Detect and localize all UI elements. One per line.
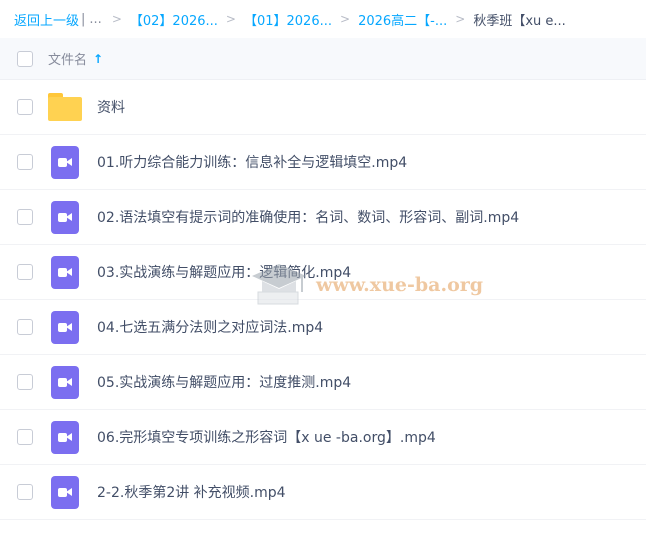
list-item[interactable]: 资料 xyxy=(0,80,646,135)
video-file-icon xyxy=(51,475,79,509)
column-filename-header[interactable]: 文件名 ↑ xyxy=(48,49,104,69)
list-item[interactable]: 04.七选五满分法则之对应词法.mp4 xyxy=(0,300,646,355)
file-name[interactable]: 02.语法填空有提示词的准确使用：名词、数词、形容词、副词.mp4 xyxy=(97,207,519,227)
list-item[interactable]: 01.听力综合能力训练：信息补全与逻辑填空.mp4 xyxy=(0,135,646,190)
chevron-right-icon: > xyxy=(455,12,466,26)
row-checkbox[interactable] xyxy=(17,374,33,390)
file-name[interactable]: 01.听力综合能力训练：信息补全与逻辑填空.mp4 xyxy=(97,152,407,172)
breadcrumb-ellipsis: | xyxy=(81,11,86,27)
chevron-right-icon: > xyxy=(225,12,236,26)
breadcrumb-item-1[interactable]: 【02】2026... xyxy=(130,10,218,29)
breadcrumb: 返回上一级 | ... > 【02】2026... > 【01】2026... … xyxy=(0,0,646,38)
video-file-icon xyxy=(51,420,79,454)
video-file-icon xyxy=(51,145,79,179)
chevron-right-icon: > xyxy=(340,12,351,26)
list-item[interactable]: 02.语法填空有提示词的准确使用：名词、数词、形容词、副词.mp4 xyxy=(0,190,646,245)
row-checkbox[interactable] xyxy=(17,99,33,115)
breadcrumb-item-2[interactable]: 【01】2026... xyxy=(244,10,332,29)
file-name[interactable]: 05.实战演练与解题应用：过度推测.mp4 xyxy=(97,372,351,392)
row-checkbox[interactable] xyxy=(17,264,33,280)
list-item[interactable]: 06.完形填空专项训练之形容词【x ue -ba.org】.mp4 xyxy=(0,410,646,465)
file-name[interactable]: 06.完形填空专项训练之形容词【x ue -ba.org】.mp4 xyxy=(97,427,436,447)
folder-icon xyxy=(48,93,82,121)
video-file-icon xyxy=(51,200,79,234)
row-checkbox[interactable] xyxy=(17,319,33,335)
list-item[interactable]: 05.实战演练与解题应用：过度推测.mp4 xyxy=(0,355,646,410)
file-name[interactable]: 04.七选五满分法则之对应词法.mp4 xyxy=(97,317,323,337)
file-list-header: 文件名 ↑ xyxy=(0,38,646,80)
list-item[interactable]: 2-2.秋季第2讲 补充视频.mp4 xyxy=(0,465,646,520)
file-name[interactable]: 03.实战演练与解题应用：逻辑简化.mp4 xyxy=(97,262,351,282)
breadcrumb-collapsed[interactable]: ... xyxy=(89,12,101,27)
list-item[interactable]: 03.实战演练与解题应用：逻辑简化.mp4 xyxy=(0,245,646,300)
file-name[interactable]: 资料 xyxy=(97,97,125,117)
file-name[interactable]: 2-2.秋季第2讲 补充视频.mp4 xyxy=(97,482,286,502)
video-file-icon xyxy=(51,255,79,289)
breadcrumb-current: 秋季班【xu e... xyxy=(473,13,566,29)
video-file-icon xyxy=(51,310,79,344)
column-filename-label: 文件名 xyxy=(48,53,88,68)
row-checkbox[interactable] xyxy=(17,154,33,170)
chevron-right-icon: > xyxy=(111,12,122,26)
row-checkbox[interactable] xyxy=(17,429,33,445)
row-checkbox[interactable] xyxy=(17,484,33,500)
select-all-checkbox[interactable] xyxy=(17,50,33,67)
back-link[interactable]: 返回上一级 xyxy=(14,10,79,29)
video-file-icon xyxy=(51,365,79,399)
arrow-up-icon: ↑ xyxy=(93,51,104,66)
row-checkbox[interactable] xyxy=(17,209,33,225)
breadcrumb-item-3[interactable]: 2026高二【-... xyxy=(358,10,447,29)
